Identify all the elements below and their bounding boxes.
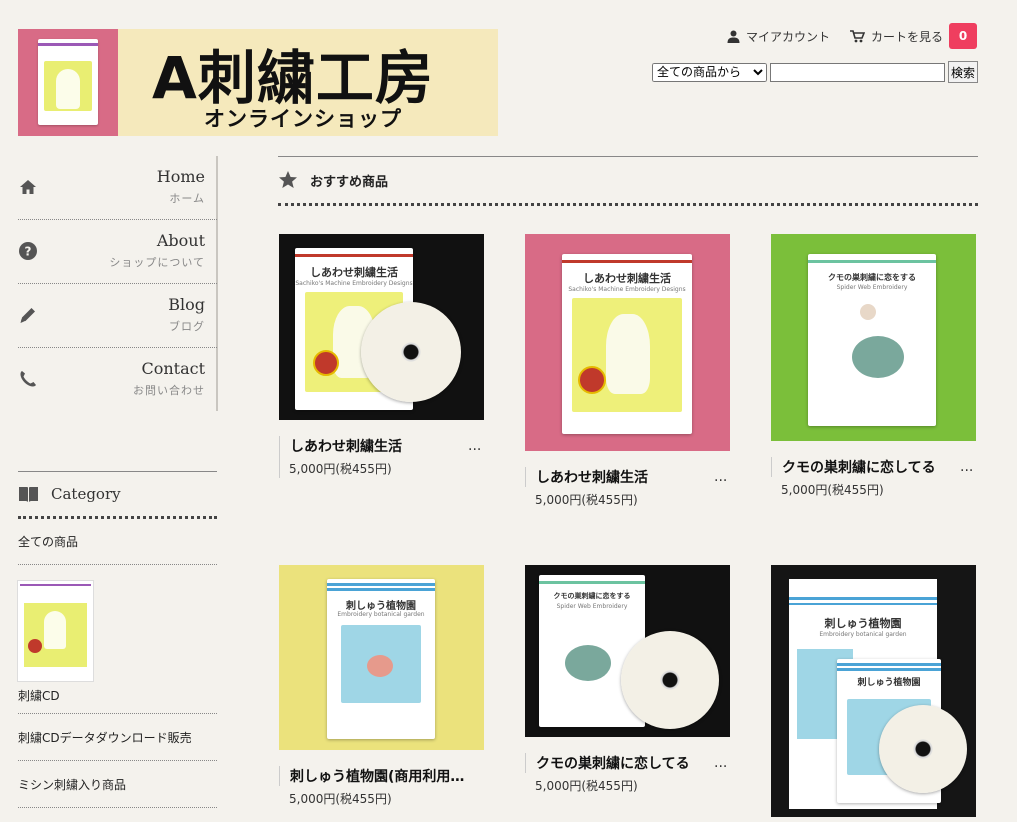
cart-icon — [849, 29, 865, 42]
nav-blog-sublabel: ブログ — [169, 320, 205, 333]
product-art-title: クモの巣刺繍に恋をする — [553, 592, 631, 600]
category-item-embroidery-cd-label: 刺繍CD — [18, 689, 60, 703]
product-price: 5,000円(税455円) — [289, 792, 392, 806]
search-scope-select[interactable]: 全ての商品から — [651, 62, 767, 82]
product-art-title: 刺しゅう植物園 — [857, 678, 921, 688]
product-art-title: 刺しゅう植物園 — [824, 617, 902, 630]
nav-contact-label: Contact — [141, 359, 205, 378]
product-art-title: しあわせ刺繍生活 — [310, 266, 398, 279]
view-cart-link[interactable]: カートを見る 0 — [849, 23, 977, 49]
search-bar: 全ての商品から 検索 — [651, 61, 978, 83]
book-icon — [19, 486, 38, 502]
product-art-title: 刺しゅう植物園 — [346, 601, 416, 612]
nav-blog-label: Blog — [168, 295, 205, 314]
phone-icon — [20, 371, 36, 387]
my-account-label: マイアカウント — [745, 29, 830, 44]
recommended-title: おすすめ商品 — [310, 174, 389, 190]
product-art-subtitle: Spider Web Embroidery — [836, 284, 908, 291]
product-art-subtitle: Sachiko's Machine Embroidery Designs — [568, 286, 686, 293]
header-tools: マイアカウント カートを見る 0 — [707, 23, 977, 49]
product-art-subtitle: Sachiko's Machine Embroidery Designs — [295, 280, 413, 287]
product-art-title: しあわせ刺繍生活 — [583, 272, 671, 285]
product-price: 5,000円(税455円) — [781, 483, 884, 497]
cart-count-badge: 0 — [949, 23, 977, 49]
category-item-all[interactable]: 全ての商品 — [18, 519, 217, 565]
product-image[interactable]: しあわせ刺繍生活 Sachiko's Machine Embroidery De… — [525, 234, 730, 451]
product-more: ... — [714, 755, 728, 771]
product-art-subtitle: Embroidery botanical garden — [337, 611, 425, 618]
product-image[interactable]: 刺しゅう植物園 Embroidery botanical garden 洋刺繍工… — [771, 565, 976, 817]
nav-home-sublabel: ホーム — [169, 192, 205, 205]
product-image[interactable]: しあわせ刺繍生活 Sachiko's Machine Embroidery De… — [279, 234, 484, 420]
search-input[interactable] — [769, 62, 945, 82]
logo-cd-image — [18, 29, 118, 136]
recommended-heading: おすすめ商品 — [278, 156, 978, 206]
category-item-embroidery-cd[interactable]: 刺繍CD — [18, 565, 217, 714]
product-image[interactable]: クモの巣刺繍に恋をする Spider Web Embroidery — [771, 234, 976, 441]
nav-about-label: About — [156, 231, 205, 250]
search-button[interactable]: 検索 — [947, 61, 978, 83]
product-more: ... — [714, 469, 728, 485]
user-icon — [727, 30, 740, 43]
category-list: 全ての商品 刺繍CD 刺繍CDデータダウンロード販売 ミシン刺繍入り商品 — [18, 519, 217, 808]
shop-logo[interactable]: A刺繍工房 オンラインショップ — [18, 29, 498, 136]
category-item-machine-embroidery[interactable]: ミシン刺繍入り商品 — [18, 761, 217, 808]
product-image[interactable]: 刺しゅう植物園 Embroidery botanical garden — [279, 565, 484, 750]
view-cart-label: カートを見る — [870, 29, 943, 44]
product-name[interactable]: しあわせ刺繍生活 — [525, 467, 696, 487]
nav-about-sublabel: ショップについて — [109, 256, 205, 269]
nav-item-home[interactable]: Home ホーム — [18, 156, 217, 220]
product-name[interactable]: 刺しゅう植物園(商用利用… — [279, 766, 480, 786]
nav-item-contact[interactable]: Contact お問い合わせ — [18, 348, 217, 411]
logo-subtitle: オンラインショップ — [204, 107, 402, 131]
category-item-download[interactable]: 刺繍CDデータダウンロード販売 — [18, 714, 217, 761]
product-art-title: クモの巣刺繍に恋をする — [828, 273, 916, 282]
product-image[interactable]: クモの巣刺繍に恋をする Spider Web Embroidery — [525, 565, 730, 737]
product-name[interactable]: クモの巣刺繍に恋してる — [525, 753, 716, 773]
category-heading: Category — [18, 471, 217, 519]
nav-contact-sublabel: お問い合わせ — [133, 384, 205, 397]
pencil-icon — [20, 308, 35, 323]
product-name[interactable]: しあわせ刺繍生活 — [279, 436, 450, 456]
product-price: 5,000円(税455円) — [535, 493, 638, 507]
product-name[interactable]: クモの巣刺繍に恋してる — [771, 457, 962, 477]
nav-home-label: Home — [156, 167, 205, 186]
product-price: 5,000円(税455円) — [289, 462, 392, 476]
side-nav: Home ホーム ? About ショップについて Blog ブログ Conta… — [18, 156, 217, 411]
star-icon — [279, 171, 297, 188]
category-cd-thumbnail — [18, 581, 93, 681]
product-art-subtitle: Spider Web Embroidery — [556, 603, 628, 610]
product-more: ... — [468, 438, 482, 454]
svg-text:?: ? — [25, 245, 32, 259]
product-art-subtitle: Embroidery botanical garden — [819, 631, 907, 638]
home-icon — [20, 180, 36, 194]
product-more: ... — [960, 459, 974, 475]
question-icon: ? — [19, 242, 37, 260]
category-title: Category — [51, 485, 121, 503]
nav-item-blog[interactable]: Blog ブログ — [18, 284, 217, 348]
my-account-link[interactable]: マイアカウント — [727, 28, 830, 45]
nav-item-about[interactable]: ? About ショップについて — [18, 220, 217, 284]
product-price: 5,000円(税455円) — [535, 779, 638, 793]
